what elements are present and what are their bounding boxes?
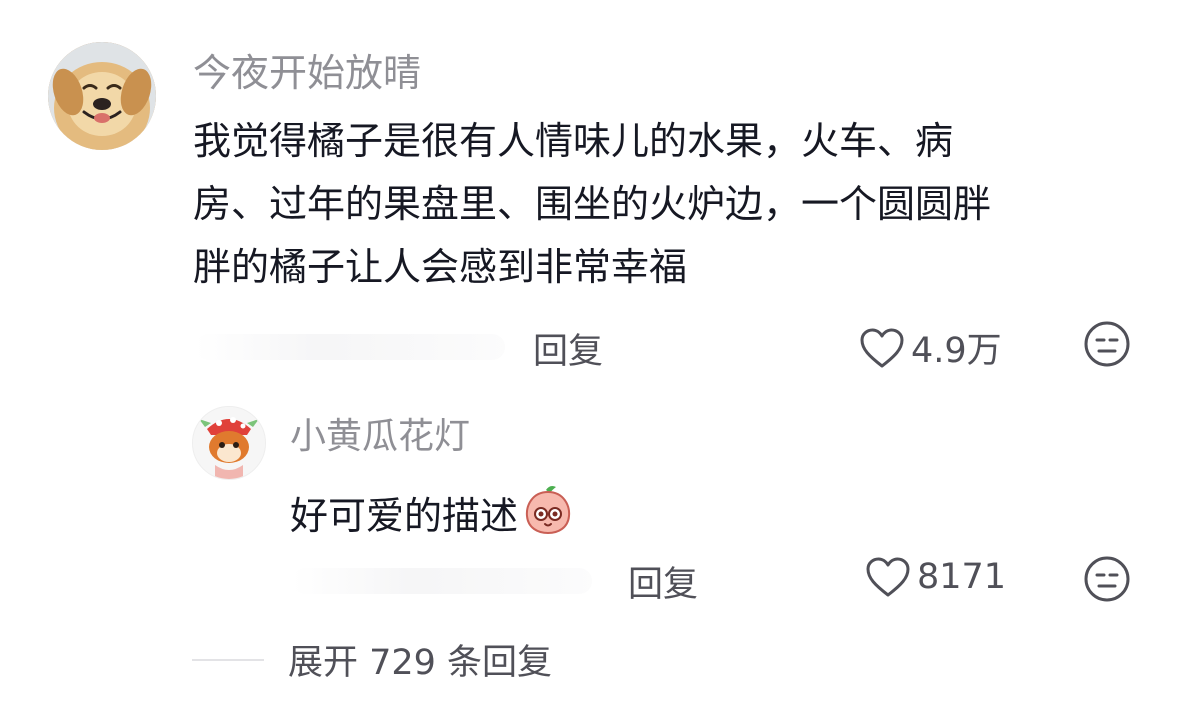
expand-replies-label: 展开 729 条回复 [288, 643, 553, 683]
fox-mushroom-avatar-icon [193, 407, 265, 479]
heart-icon [859, 327, 905, 369]
expand-replies-button[interactable]: 展开 729 条回复 [192, 634, 552, 685]
avatar[interactable] [192, 406, 266, 480]
reply-username[interactable]: 小黄瓜花灯 [290, 414, 470, 460]
reply-button[interactable]: 回复 [533, 323, 603, 374]
comment-username[interactable]: 今夜开始放晴 [193, 50, 421, 96]
comment-text-line: 房、过年的果盘里、围坐的火炉边，一个圆圆胖 [193, 182, 992, 226]
like-button[interactable]: 8171 [865, 556, 1006, 598]
comment-text: 我觉得橘子是很有人情味儿的水果，火车、病 房、过年的果盘里、围坐的火炉边，一个圆… [193, 110, 1093, 299]
like-count: 4.9万 [911, 331, 1002, 371]
comment-text-line: 胖的橘子让人会感到非常幸福 [193, 245, 688, 289]
comment-meta-blurred [195, 334, 505, 360]
dislike-face-icon[interactable] [1083, 555, 1131, 607]
divider [192, 658, 264, 661]
dog-avatar-icon [48, 42, 156, 150]
like-button[interactable]: 4.9万 [859, 322, 1002, 373]
reply-meta-blurred [292, 568, 592, 594]
avatar[interactable] [48, 42, 156, 150]
dislike-face-icon[interactable] [1083, 320, 1131, 372]
reply-text: 好可爱的描述 [290, 484, 574, 547]
like-count: 8171 [917, 557, 1007, 597]
heart-icon [865, 556, 911, 598]
peach-face-emoji-icon [522, 484, 574, 547]
reply-button[interactable]: 回复 [628, 556, 698, 607]
comment-text-line: 我觉得橘子是很有人情味儿的水果，火车、病 [193, 119, 954, 163]
reply-text-content: 好可爱的描述 [290, 493, 519, 538]
